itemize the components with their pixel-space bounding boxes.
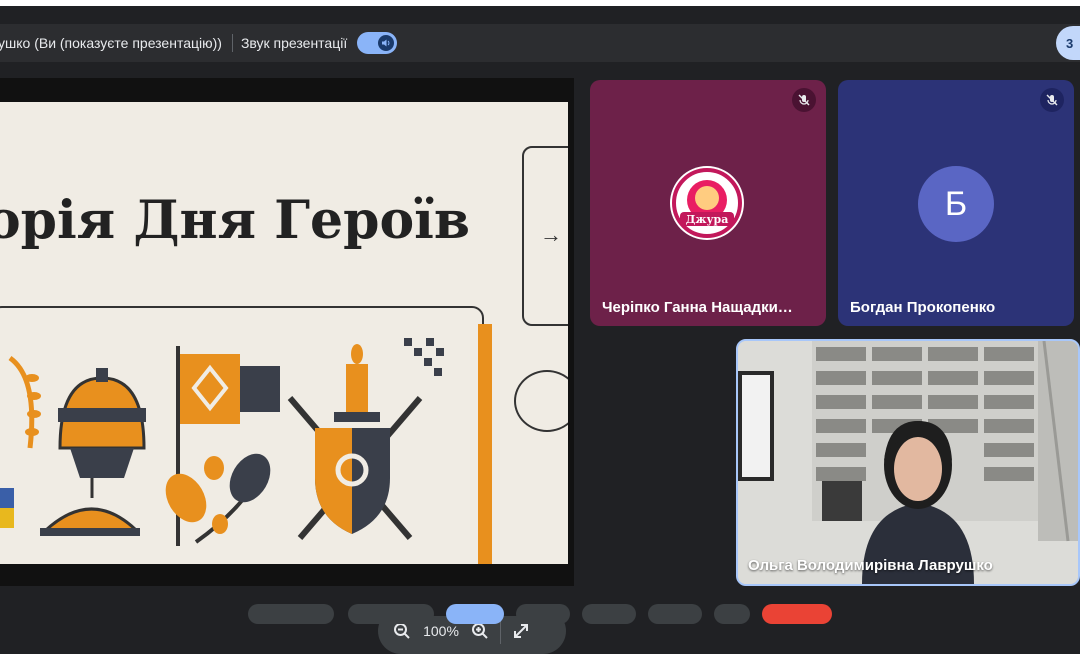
present-button[interactable] [446, 604, 504, 624]
fullscreen-icon [514, 624, 528, 638]
video-feed [738, 341, 1078, 584]
mic-button[interactable] [248, 604, 334, 624]
presentation-bar: ушко (Ви (показуєте презентацію)) Звук п… [0, 24, 1080, 62]
participant-name: Богдан Прокопенко [850, 299, 996, 316]
participant-video-tile[interactable]: Ольга Володимирівна Лаврушко [736, 339, 1080, 586]
candle-icon [334, 344, 380, 422]
tent-icon [40, 478, 140, 536]
embroidery-pattern [404, 338, 444, 376]
slide-orange-accent [478, 324, 492, 564]
avatar: Б [918, 166, 994, 242]
participant-name: Ольга Володимирівна Лаврушко [748, 557, 993, 574]
mic-off-icon [1040, 88, 1064, 112]
divider [231, 34, 233, 52]
reactions-button[interactable] [516, 604, 570, 624]
zoom-in-icon [472, 623, 488, 639]
dzhura-logo: Джура [670, 166, 744, 240]
oak-leaves-icon [165, 453, 271, 544]
mic-off-icon [792, 88, 816, 112]
top-spacer [0, 6, 1080, 24]
participant-tile[interactable]: Б Богдан Прокопенко [838, 80, 1074, 326]
helmet-icon [58, 368, 146, 478]
presentation-sound-label: Звук презентації [240, 35, 348, 51]
camera-button[interactable] [348, 604, 434, 624]
raise-hand-button[interactable] [648, 604, 702, 624]
slide-circle [514, 370, 568, 432]
flag-yellow [0, 508, 14, 528]
logo-text: Джура [686, 213, 729, 226]
slide-illustration [0, 338, 444, 546]
participant-name: Черіпко Ганна Нащадки… [602, 299, 793, 316]
arrow-right-icon: → [540, 222, 562, 247]
participant-tile[interactable]: Джура Черіпко Ганна Нащадки… [590, 80, 826, 326]
slide: орія Дня Героїв → [0, 102, 568, 564]
more-options-button[interactable] [714, 604, 750, 624]
captions-button[interactable] [582, 604, 636, 624]
flag-blue [0, 488, 14, 508]
slide-arrow-box: → [522, 146, 568, 326]
zoom-level: 100% [423, 623, 459, 639]
participants-count: 3 [1066, 35, 1074, 51]
slide-title: орія Дня Героїв [0, 190, 471, 251]
presentation-stage: орія Дня Героїв → 100% [0, 78, 574, 654]
zoom-out-icon [394, 623, 410, 639]
presenter-label: ушко (Ви (показуєте презентацію)) [0, 35, 222, 51]
laurel-icon [8, 355, 41, 449]
participants-count-button[interactable]: 3 [1056, 26, 1080, 60]
speaker-icon [378, 35, 395, 51]
presentation-sound-toggle[interactable] [357, 32, 398, 54]
leave-call-button[interactable] [762, 604, 832, 624]
